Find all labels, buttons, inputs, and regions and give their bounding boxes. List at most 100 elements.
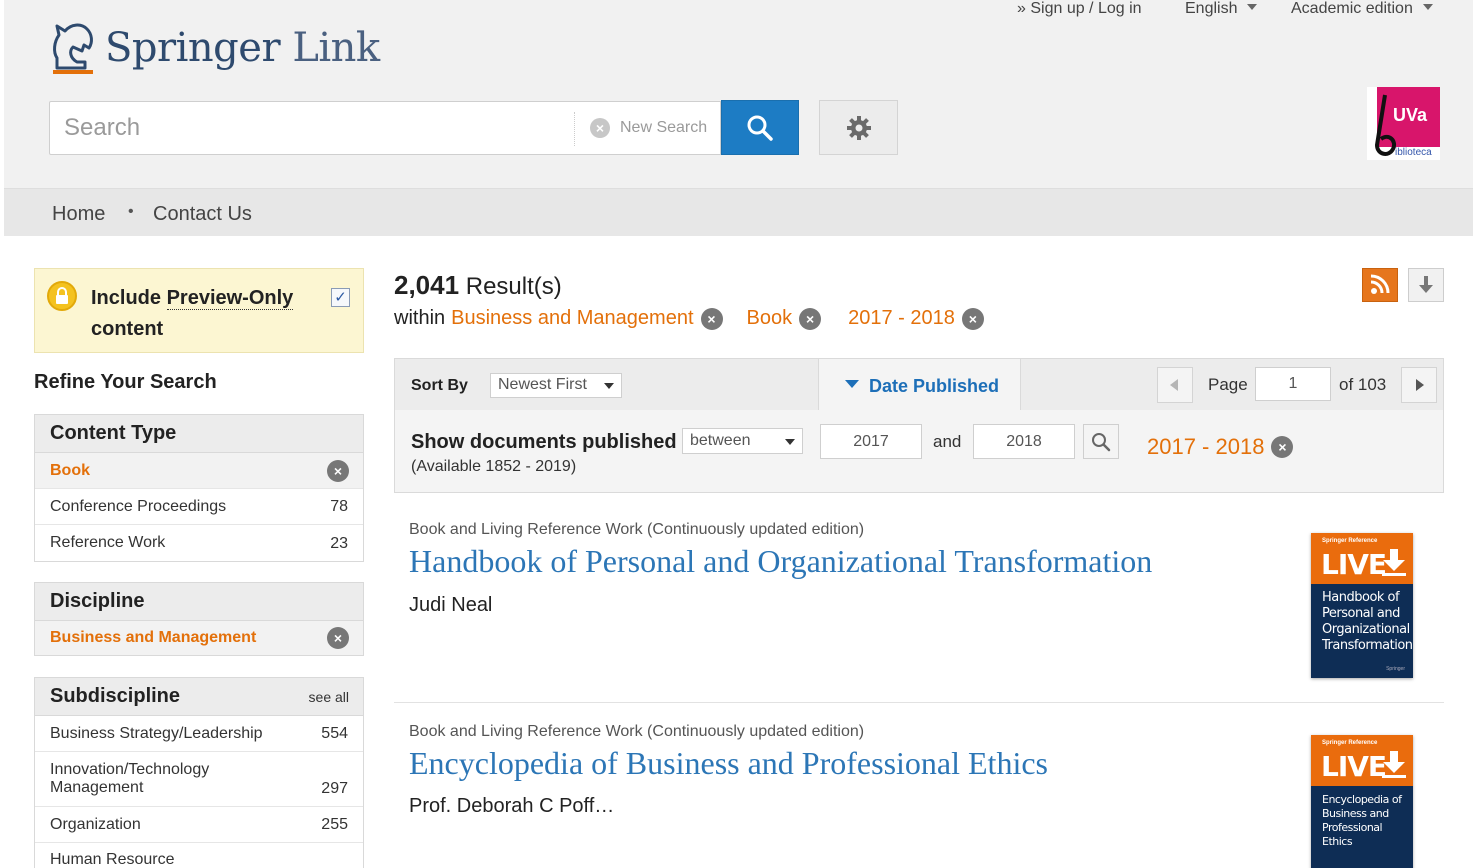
active-filters: within Business and Management × Book × 20… [394,307,984,330]
chevron-down-icon [1422,4,1433,10]
page-number-input[interactable] [1255,367,1331,401]
institution-logo-text: UVa [1393,105,1428,125]
language-dropdown[interactable]: English [1185,0,1258,18]
clear-icon: × [590,118,610,138]
facet-item-business-strategy[interactable]: Business Strategy/Leadership 554 [35,716,363,752]
search-icon [1092,432,1111,451]
result-count-number: 2,041 [394,270,460,300]
remove-filter-icon[interactable]: × [700,307,723,330]
nav-separator: • [128,203,134,220]
edition-label: Academic edition [1291,0,1413,17]
facet-title: Discipline [35,583,363,621]
cover-series: Springer Reference [1322,538,1378,544]
refine-search-title: Refine Your Search [34,371,217,393]
springer-link-logo[interactable]: Springer Link [49,18,380,76]
facet-discipline: Discipline Business and Management × [34,582,364,656]
arrow-left-icon [1170,379,1178,391]
remove-filter-icon[interactable]: × [961,307,984,330]
download-arrow-icon [1382,549,1406,576]
download-arrow-icon [1382,751,1406,778]
facet-item-label: Business Strategy/Leadership [50,725,263,742]
facet-title-text: Subdiscipline [50,685,181,707]
result-item: Book and Living Reference Work (Continuo… [394,505,1444,703]
remove-filter-icon[interactable]: × [327,627,349,649]
facet-item-label: Conference Proceedings [50,498,227,515]
facet-item-organization[interactable]: Organization 255 [35,807,363,843]
show-documents-label: Show documents published [411,431,677,453]
result-title-link[interactable]: Handbook of Personal and Organizational … [409,543,1152,580]
edition-dropdown[interactable]: Academic edition [1291,0,1433,18]
sort-select[interactable]: Newest First [490,373,622,398]
result-author[interactable]: Judi Neal [409,594,492,617]
search-box: × New Search [49,101,721,155]
nav-home[interactable]: Home [52,203,105,226]
sort-bar: Sort By Newest First Date Published Page… [394,358,1444,412]
facet-item-label: Reference Work [50,534,166,551]
sort-value: Newest First [498,376,587,393]
facet-title: Content Type [35,415,363,453]
date-filter-label: 2017 - 2018 [1147,434,1265,459]
signup-login-link[interactable]: » Sign up / Log in [1017,0,1142,18]
facet-selected-business-management[interactable]: Business and Management × [35,621,363,655]
available-range-text: (Available 1852 - 2019) [411,458,577,475]
facet-item-conference-proceedings[interactable]: Conference Proceedings 78 [35,489,363,525]
institution-logo[interactable]: UVa iblioteca [1367,87,1440,160]
nav-contact-us[interactable]: Contact Us [153,203,252,226]
result-count: 2,041 Result(s) [394,270,562,301]
new-search-button[interactable]: × New Search [590,118,707,138]
facet-item-reference-work[interactable]: Reference Work 23 [35,525,363,561]
search-options-button[interactable] [819,100,898,155]
search-divider [574,112,575,146]
page-label: Page [1208,375,1248,394]
facet-item-count: 297 [321,780,348,797]
and-label: and [933,432,962,451]
facet-content-type: Content Type Book × Conference Proceedin… [34,414,364,562]
chevron-down-icon [785,439,795,445]
active-filter-date[interactable]: 2017 - 2018 × [848,307,984,330]
facet-item-count: 23 [330,535,348,552]
next-page-button[interactable] [1401,367,1437,403]
preview-only-checkbox[interactable]: ✓ [331,288,350,307]
year-from-input[interactable] [820,424,922,459]
active-filter-discipline[interactable]: Business and Management × [451,307,723,330]
active-date-filter[interactable]: 2017 - 2018 × [1147,434,1294,460]
see-all-link[interactable]: see all [309,689,349,705]
range-mode-value: between [690,432,751,449]
result-cover-image[interactable]: Springer Reference LIVE Handbook of Pers… [1311,533,1413,678]
logo-word-springer: Springer [105,25,281,71]
facet-item-innovation-technology[interactable]: Innovation/Technology Management 297 [35,752,363,807]
apply-date-range-button[interactable] [1083,424,1119,459]
download-arrow-icon [1419,276,1433,293]
facet-item-label: Innovation/Technology Management [50,761,210,796]
range-mode-select[interactable]: between [682,428,803,454]
active-filter-book[interactable]: Book × [747,307,822,330]
main-nav: Home • Contact Us [4,188,1473,236]
cover-publisher: Springer [1386,666,1405,672]
search-button[interactable] [721,100,799,155]
institution-logo-subtext: iblioteca [1395,147,1432,158]
filter-label: Book [746,307,793,329]
arrow-right-icon [1416,379,1424,391]
rss-feed-button[interactable] [1362,268,1398,302]
facet-item-human-resource[interactable]: Human Resource [35,843,363,868]
gear-icon [846,115,871,140]
result-cover-image[interactable]: Springer Reference LIVE Encyclopedia of … [1311,735,1413,868]
facet-item-count: 78 [330,498,348,515]
remove-filter-icon[interactable]: × [327,459,349,482]
facet-selected-book[interactable]: Book × [35,453,363,489]
date-published-tab[interactable]: Date Published [818,358,1021,412]
date-range-filter: Show documents published (Available 1852… [394,410,1444,493]
previous-page-button[interactable] [1157,367,1193,403]
download-results-button[interactable] [1408,268,1444,302]
remove-filter-icon[interactable]: × [1271,436,1294,458]
facet-item-label: Human Resource [50,851,175,868]
cover-live: LIVE [1321,750,1387,783]
facet-item-label: Book [50,462,90,479]
year-to-input[interactable] [973,424,1075,459]
result-author[interactable]: Prof. Deborah C Poff… [409,795,614,818]
remove-filter-icon[interactable]: × [799,307,822,330]
sort-by-label: Sort By [411,377,468,394]
preview-only-term[interactable]: Preview-Only [166,287,294,310]
search-input[interactable] [50,102,573,154]
result-title-link[interactable]: Encyclopedia of Business and Professiona… [409,745,1048,782]
